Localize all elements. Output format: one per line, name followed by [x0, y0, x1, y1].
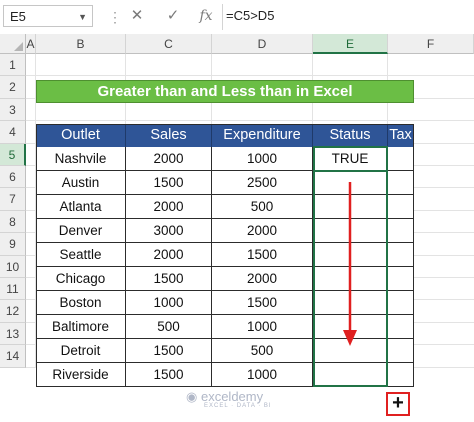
chevron-down-icon[interactable]: ▼ [78, 6, 87, 28]
table-cell-expenditure[interactable]: 2000 [212, 267, 313, 291]
row-header-11[interactable]: 11 [0, 278, 26, 301]
formula-input[interactable]: =C5>D5 [226, 5, 274, 27]
exceldemy-logo-icon: ◉ [186, 389, 201, 404]
row-header-3[interactable]: 3 [0, 98, 26, 122]
table-cell-sales[interactable]: 1500 [126, 171, 212, 195]
table-cell-tax[interactable] [388, 339, 414, 363]
row-header-8[interactable]: 8 [0, 210, 26, 234]
table-cell-outlet[interactable]: Chicago [36, 267, 126, 291]
table-cell-sales[interactable]: 500 [126, 315, 212, 339]
row-header-5[interactable]: 5 [0, 143, 26, 166]
cancel-icon[interactable]: ✕ [126, 5, 148, 27]
column-header-e[interactable]: E [313, 34, 388, 54]
row-header-1[interactable]: 1 [0, 54, 26, 77]
table-header-status[interactable]: Status [313, 124, 388, 147]
table-cell-expenditure[interactable]: 1000 [212, 147, 313, 171]
table-cell-tax[interactable] [388, 291, 414, 315]
row-header-4[interactable]: 4 [0, 121, 26, 144]
row-header-12[interactable]: 12 [0, 300, 26, 323]
watermark: ◉ exceldemy EXCEL · DATA · BI [186, 389, 272, 409]
table-cell-expenditure[interactable]: 1000 [212, 363, 313, 387]
row-header-6[interactable]: 6 [0, 166, 26, 189]
gridline-horizontal [26, 120, 474, 122]
table-cell-expenditure[interactable]: 1500 [212, 291, 313, 315]
table-cell-tax[interactable] [388, 315, 414, 339]
table-cell-sales[interactable]: 2000 [126, 147, 212, 171]
table-cell-outlet[interactable]: Nashvile [36, 147, 126, 171]
table-cell-outlet[interactable]: Denver [36, 219, 126, 243]
table-cell-outlet[interactable]: Boston [36, 291, 126, 315]
table-cell-tax[interactable] [388, 219, 414, 243]
column-header-f[interactable]: F [388, 34, 474, 54]
formula-bar: E5 ▼ ⋮ ✕ ✓ fx =C5>D5 [0, 0, 474, 35]
table-header-tax[interactable]: Tax [388, 124, 414, 147]
row-header-14[interactable]: 14 [0, 345, 26, 368]
table-cell-tax[interactable] [388, 267, 414, 291]
table-cell-tax[interactable] [388, 195, 414, 219]
table-cell-sales[interactable]: 1500 [126, 267, 212, 291]
active-cell-border [313, 146, 388, 172]
table-cell-outlet[interactable]: Baltimore [36, 315, 126, 339]
table-cell-outlet[interactable]: Riverside [36, 363, 126, 387]
table-cell-sales[interactable]: 1500 [126, 339, 212, 363]
table-header-expenditure[interactable]: Expenditure [212, 124, 313, 147]
table-cell-sales[interactable]: 1500 [126, 363, 212, 387]
fill-down-arrow-icon [343, 182, 357, 346]
watermark-tagline: EXCEL · DATA · BI [204, 403, 272, 409]
formula-bar-grip-icon: ⋮ [108, 9, 123, 25]
table-cell-tax[interactable] [388, 243, 414, 267]
select-all-corner[interactable] [0, 34, 26, 54]
watermark-name: exceldemy [200, 389, 264, 404]
table-cell-expenditure[interactable]: 1500 [212, 243, 313, 267]
table-cell-sales[interactable]: 1000 [126, 291, 212, 315]
table-cell-expenditure[interactable]: 2500 [212, 171, 313, 195]
table-cell-tax[interactable] [388, 147, 414, 171]
row-header-13[interactable]: 13 [0, 322, 26, 346]
insert-function-button[interactable]: fx [195, 5, 217, 27]
table-header-sales[interactable]: Sales [126, 124, 212, 147]
row-header-2[interactable]: 2 [0, 76, 26, 99]
name-box-value: E5 [10, 9, 26, 24]
table-cell-sales[interactable]: 2000 [126, 243, 212, 267]
column-header-d[interactable]: D [212, 34, 313, 54]
table-cell-expenditure[interactable]: 1000 [212, 315, 313, 339]
enter-icon[interactable]: ✓ [162, 5, 184, 27]
fill-handle-cursor[interactable]: + [386, 392, 410, 416]
column-header-c[interactable]: C [126, 34, 212, 54]
name-box[interactable]: E5 ▼ [3, 5, 93, 27]
table-cell-expenditure[interactable]: 500 [212, 339, 313, 363]
sheet-title: Greater than and Less than in Excel [36, 80, 414, 103]
table-cell-sales[interactable]: 2000 [126, 195, 212, 219]
row-header-7[interactable]: 7 [0, 188, 26, 211]
table-header-outlet[interactable]: Outlet [36, 124, 126, 147]
table-cell-tax[interactable] [388, 363, 414, 387]
gridline-horizontal [26, 75, 474, 77]
column-header-a[interactable]: A [26, 34, 36, 54]
table-cell-outlet[interactable]: Detroit [36, 339, 126, 363]
table-cell-outlet[interactable]: Austin [36, 171, 126, 195]
formula-divider [222, 4, 223, 30]
table-cell-expenditure[interactable]: 500 [212, 195, 313, 219]
row-header-10[interactable]: 10 [0, 255, 26, 278]
table-cell-expenditure[interactable]: 2000 [212, 219, 313, 243]
column-header-b[interactable]: B [36, 34, 126, 54]
table-cell-sales[interactable]: 3000 [126, 219, 212, 243]
table-cell-outlet[interactable]: Atlanta [36, 195, 126, 219]
table-cell-outlet[interactable]: Seattle [36, 243, 126, 267]
table-cell-tax[interactable] [388, 171, 414, 195]
row-header-9[interactable]: 9 [0, 233, 26, 256]
